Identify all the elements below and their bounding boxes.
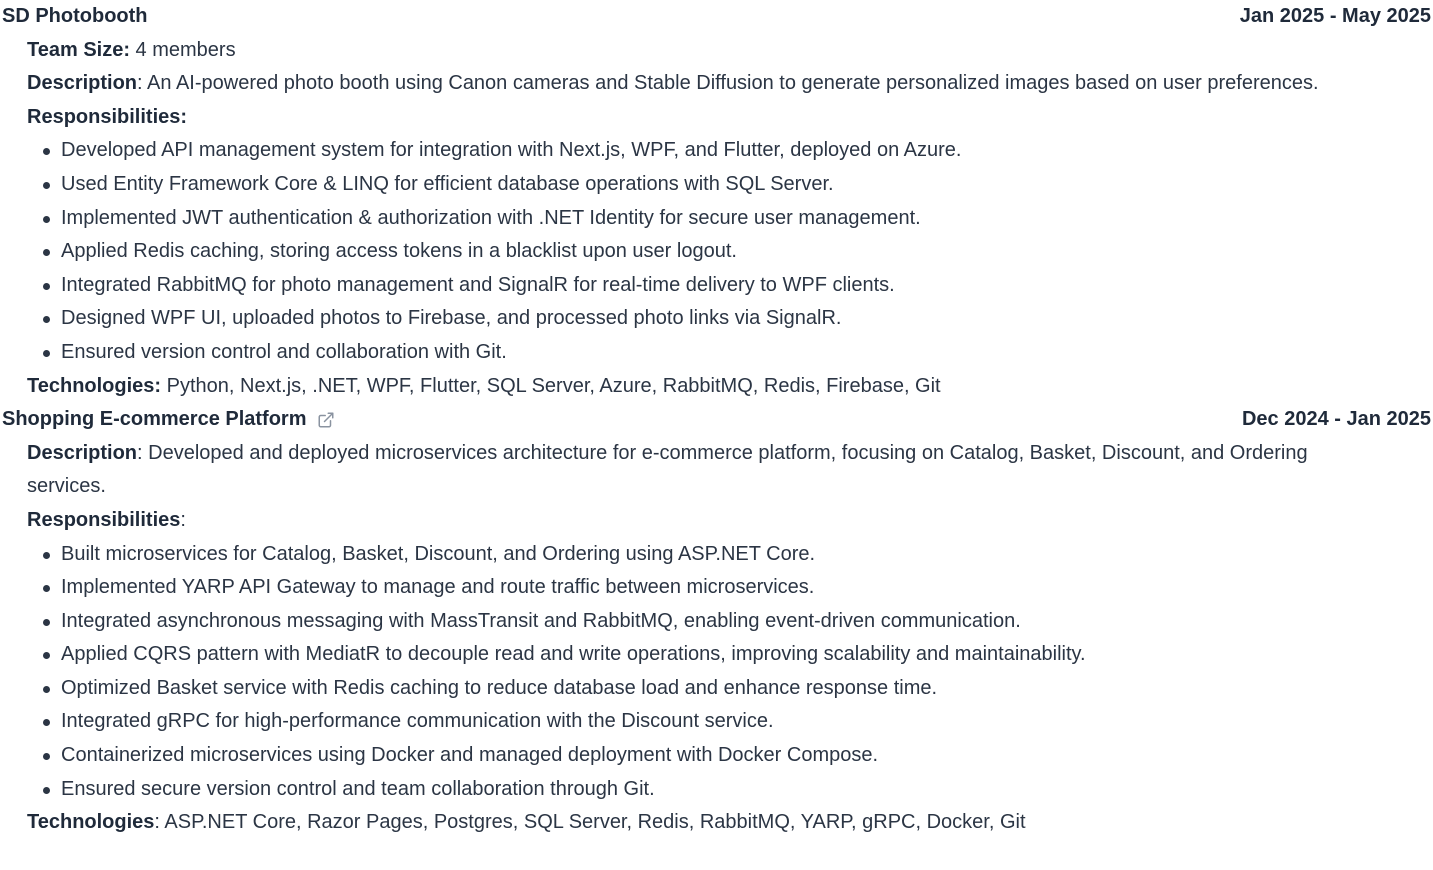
list-item: Applied CQRS pattern with MediatR to dec… bbox=[43, 638, 1433, 672]
technologies-text: : ASP.NET Core, Razor Pages, Postgres, S… bbox=[154, 811, 1026, 834]
project-title[interactable]: Shopping E-commerce Platform bbox=[2, 403, 307, 437]
technologies-text: Python, Next.js, .NET, WPF, Flutter, SQL… bbox=[161, 374, 941, 397]
list-item: Integrated RabbitMQ for photo management… bbox=[43, 269, 1433, 303]
list-item: Optimized Basket service with Redis cach… bbox=[43, 672, 1433, 706]
project-header: SD Photobooth Jan 2025 - May 2025 bbox=[0, 0, 1433, 34]
technologies-label: Technologies: bbox=[27, 374, 162, 397]
list-item: Integrated asynchronous messaging with M… bbox=[43, 605, 1433, 639]
project-shopping-ecommerce: Shopping E-commerce Platform Dec 2024 - … bbox=[0, 403, 1433, 840]
responsibilities-list: Developed API management system for inte… bbox=[0, 134, 1433, 369]
description-label: Description bbox=[27, 72, 138, 95]
project-date: Jan 2025 - May 2025 bbox=[1239, 5, 1431, 27]
list-item: Built microservices for Catalog, Basket,… bbox=[43, 538, 1433, 572]
responsibilities-heading: Responsibilities: bbox=[0, 504, 1433, 538]
list-item: Developed API management system for inte… bbox=[43, 134, 1433, 168]
responsibilities-list: Built microservices for Catalog, Basket,… bbox=[0, 538, 1433, 807]
team-size: Team Size: 4 members bbox=[0, 34, 1433, 68]
technologies: Technologies: Python, Next.js, .NET, WPF… bbox=[0, 370, 1433, 404]
description-label: Description bbox=[27, 441, 138, 464]
list-item: Containerized microservices using Docker… bbox=[43, 739, 1433, 773]
description-text: : An AI-powered photo booth using Canon … bbox=[137, 72, 1319, 95]
list-item: Implemented YARP API Gateway to manage a… bbox=[43, 571, 1433, 605]
responsibilities-label: Responsibilities bbox=[27, 508, 181, 531]
project-sd-photobooth: SD Photobooth Jan 2025 - May 2025 Team S… bbox=[0, 0, 1433, 403]
responsibilities-suffix: : bbox=[180, 508, 186, 531]
project-title: SD Photobooth bbox=[2, 5, 148, 27]
team-size-value: 4 members bbox=[130, 38, 236, 61]
list-item: Ensured secure version control and team … bbox=[43, 773, 1433, 807]
project-header: Shopping E-commerce Platform Dec 2024 - … bbox=[0, 403, 1433, 437]
description: Description: An AI-powered photo booth u… bbox=[0, 67, 1433, 101]
list-item: Designed WPF UI, uploaded photos to Fire… bbox=[43, 302, 1433, 336]
list-item: Used Entity Framework Core & LINQ for ef… bbox=[43, 168, 1433, 202]
list-item: Integrated gRPC for high-performance com… bbox=[43, 705, 1433, 739]
list-item: Ensured version control and collaboratio… bbox=[43, 336, 1433, 370]
responsibilities-label: Responsibilities: bbox=[27, 105, 188, 128]
project-title-link[interactable]: Shopping E-commerce Platform bbox=[2, 403, 335, 437]
team-size-label: Team Size: bbox=[27, 38, 130, 61]
list-item: Applied Redis caching, storing access to… bbox=[43, 235, 1433, 269]
external-link-icon[interactable] bbox=[317, 411, 335, 429]
responsibilities-heading: Responsibilities: bbox=[0, 101, 1433, 135]
list-item: Implemented JWT authentication & authori… bbox=[43, 202, 1433, 236]
project-date: Dec 2024 - Jan 2025 bbox=[1241, 408, 1431, 431]
technologies-label: Technologies bbox=[27, 811, 155, 834]
description: Description: Developed and deployed micr… bbox=[0, 437, 1433, 504]
description-text: : Developed and deployed microservices a… bbox=[27, 441, 1308, 498]
technologies: Technologies: ASP.NET Core, Razor Pages,… bbox=[0, 806, 1433, 840]
